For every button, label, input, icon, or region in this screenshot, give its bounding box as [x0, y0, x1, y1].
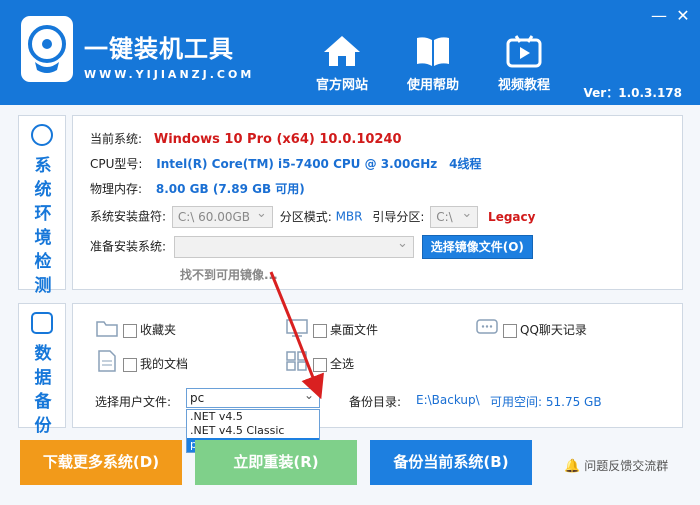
- system-tab: 系统环境检测: [18, 115, 66, 296]
- backup-tab-label: 数据备份: [34, 344, 52, 436]
- favorites-checkbox[interactable]: [123, 323, 137, 338]
- cpu-value: Intel(R) Core(TM) i5-7400 CPU @ 3.00GHz: [156, 157, 438, 171]
- user-file-option[interactable]: .NET v4.5 Classic: [187, 424, 319, 438]
- install-drive-label: 系统安装盘符:: [90, 209, 167, 224]
- current-os-value: Windows 10 Pro (x64) 10.0.10240: [153, 132, 402, 147]
- current-os-label: 当前系统:: [90, 132, 143, 146]
- backup-dir-label: 备份目录:: [349, 395, 402, 409]
- cpu-label: CPU型号:: [90, 157, 143, 171]
- user-file-label: 选择用户文件:: [95, 395, 172, 409]
- backup-item-documents[interactable]: 我的文档: [123, 355, 188, 372]
- home-icon: [324, 36, 360, 66]
- feedback-link[interactable]: 🔔 问题反馈交流群: [564, 457, 668, 474]
- memory-label: 物理内存:: [90, 182, 143, 196]
- backup-tab: 数据备份: [18, 303, 66, 436]
- memory-value: 8.00 GB (7.89 GB 可用): [155, 182, 305, 196]
- reinstall-now-button[interactable]: 立即重装(R): [195, 440, 357, 485]
- version-label: Ver：1.0.3.178: [583, 86, 682, 100]
- boot-select[interactable]: C:\: [430, 204, 479, 228]
- nav-official-site[interactable]: 官方网站: [299, 34, 385, 100]
- memory-row: 物理内存: 8.00 GB (7.89 GB 可用): [90, 180, 305, 197]
- system-image-select[interactable]: [173, 234, 414, 258]
- documents-checkbox[interactable]: [123, 357, 137, 372]
- app-title: 一键装机工具: [84, 35, 234, 63]
- feedback-label: 问题反馈交流群: [584, 459, 669, 473]
- nav-help[interactable]: 使用帮助: [390, 34, 476, 100]
- cpu-row: CPU型号: Intel(R) Core(TM) i5-7400 CPU @ 3…: [90, 155, 481, 172]
- folder-icon: [96, 321, 118, 337]
- backup-current-button[interactable]: 备份当前系统(B): [370, 440, 532, 485]
- backup-item-qq[interactable]: QQ聊天记录: [503, 321, 587, 338]
- logo-icon: [21, 16, 73, 82]
- refresh-icon: [31, 124, 53, 146]
- qq-label: QQ聊天记录: [520, 323, 587, 337]
- prepare-row: 准备安装系统: 选择镜像文件(O): [90, 234, 533, 259]
- boot-mode: Legacy: [488, 209, 536, 224]
- system-tab-label: 系统环境检测: [34, 156, 52, 296]
- app-header: 一键装机工具 WWW.YIJIANZJ.COM 官方网站 使用帮助 视频教程 V…: [0, 0, 700, 105]
- free-space: 可用空间: 51.75 GB: [490, 395, 602, 409]
- prepare-label: 准备安装系统:: [90, 239, 167, 254]
- current-os-row: 当前系统: Windows 10 Pro (x64) 10.0.10240: [90, 130, 402, 147]
- download-more-button[interactable]: 下载更多系统(D): [20, 440, 182, 485]
- boot-label: 引导分区:: [372, 209, 425, 224]
- chat-icon: [476, 319, 498, 334]
- copy-icon: [31, 312, 53, 334]
- nav-label: 官方网站: [315, 78, 368, 93]
- install-drive-select[interactable]: C:\ 60.00GB: [171, 204, 273, 228]
- document-icon: [98, 350, 116, 372]
- partition-label: 分区模式:: [279, 209, 332, 224]
- minimize-button[interactable]: —: [648, 8, 670, 26]
- favorites-label: 收藏夹: [140, 323, 177, 337]
- cpu-threads: 4线程: [449, 157, 482, 171]
- select-image-button[interactable]: 选择镜像文件(O): [421, 235, 533, 259]
- documents-label: 我的文档: [140, 357, 189, 371]
- bell-icon: 🔔: [564, 459, 581, 474]
- user-file-option[interactable]: .NET v4.5: [187, 410, 319, 424]
- qq-checkbox[interactable]: [503, 323, 517, 338]
- book-icon: [417, 37, 449, 66]
- nav-label: 使用帮助: [406, 78, 459, 93]
- close-button[interactable]: ✕: [672, 8, 694, 26]
- partition-value: MBR: [335, 209, 363, 224]
- app-url: WWW.YIJIANZJ.COM: [84, 68, 255, 81]
- annotation-arrow-icon: [269, 271, 324, 400]
- install-drive-row: 系统安装盘符: C:\ 60.00GB 分区模式: MBR 引导分区: C:\ …: [90, 204, 536, 228]
- nav-label: 视频教程: [497, 78, 550, 93]
- backup-item-favorites[interactable]: 收藏夹: [123, 321, 176, 338]
- desktop-label: 桌面文件: [330, 323, 379, 337]
- video-icon: [506, 35, 542, 68]
- nav-video[interactable]: 视频教程: [481, 34, 567, 100]
- backup-dir-value[interactable]: E:\Backup\: [416, 393, 480, 407]
